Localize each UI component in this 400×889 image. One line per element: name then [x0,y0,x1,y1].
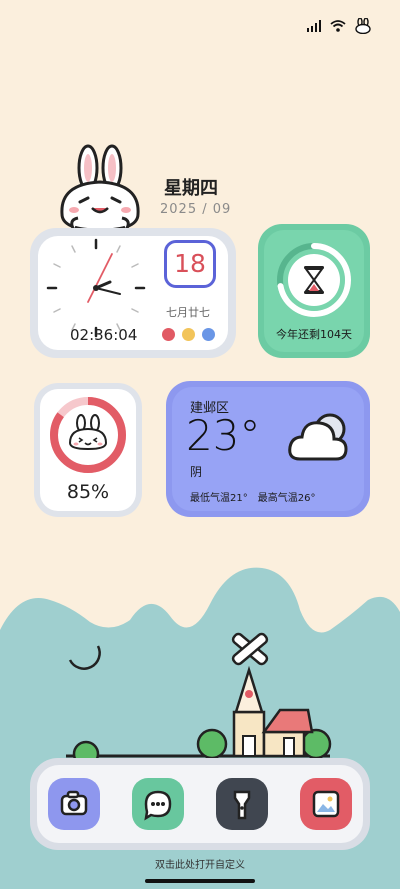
dot-blue [202,328,215,341]
battery-ring [50,397,126,473]
gallery-app-button[interactable] [300,778,352,830]
year-progress-widget[interactable]: 今年还剩104天 [258,224,370,358]
battery-widget[interactable]: 85% [34,383,142,517]
weather-low: 最低气温21° [190,493,248,504]
weather-widget[interactable]: 建邺区 23° 阴 最低气温21° 最高气温26° [166,381,370,517]
year-progress-ring [277,243,351,317]
messages-app-button[interactable] [132,778,184,830]
wifi-icon [330,20,346,32]
flashlight-icon [233,790,251,820]
color-dots [162,328,215,341]
date-label: 2025 / 09 [160,202,232,217]
home-indicator[interactable] [145,879,255,883]
camera-icon [60,790,88,816]
weekday-label: 星期四 [164,178,218,199]
calendar-day-number: 18 [174,249,206,278]
calendar-day-box: 18 [164,240,216,288]
battery-bunny-icon [355,18,371,34]
cloud-icon [288,413,348,461]
weather-temperature: 23° [186,411,261,460]
status-bar [306,18,372,34]
dot-yellow [182,328,195,341]
dot-red [162,328,175,341]
battery-percent: 85% [66,481,110,503]
digital-time: 02:36:04 [70,326,138,344]
analog-clock-icon [46,238,146,338]
lunar-date: 七月廿七 [166,306,210,319]
customize-hint[interactable]: 双击此处打开自定义 [0,856,400,871]
signal-icon [307,20,321,32]
weather-range: 最低气温21° 最高气温26° [190,489,315,504]
gallery-icon [312,790,340,818]
weather-high: 最高气温26° [257,493,316,504]
bunny-mascot-icon [60,144,140,232]
flashlight-app-button[interactable] [216,778,268,830]
chat-bubble-icon [144,790,172,821]
camera-app-button[interactable] [48,778,100,830]
weather-condition: 阴 [190,465,203,479]
days-left-label: 今年还剩104天 [276,328,352,341]
